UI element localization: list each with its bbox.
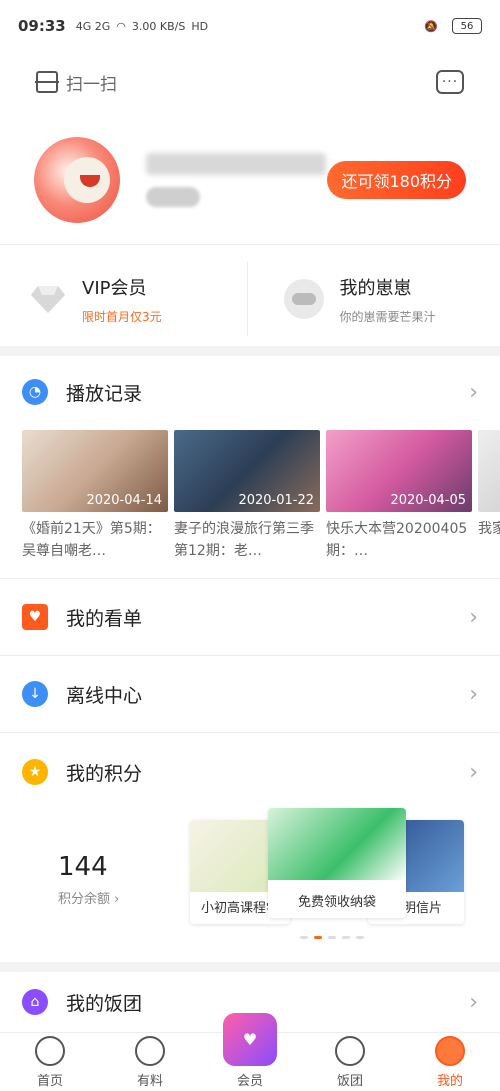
status-time: 09:33 bbox=[18, 17, 66, 35]
hd-indicator: HD bbox=[191, 19, 209, 33]
chevron-right-icon: › bbox=[469, 604, 478, 630]
history-item[interactable]: 2020-04-05 快乐大本营20200405期：… bbox=[326, 430, 472, 570]
download-icon: ↓ bbox=[22, 681, 48, 707]
history-item[interactable]: 2020-01-22 妻子的浪漫旅行第三季第12期：老… bbox=[174, 430, 320, 570]
chevron-right-icon: › bbox=[469, 379, 478, 405]
tab-label: 会员 bbox=[236, 1074, 263, 1089]
network-indicator: 4G 2G bbox=[75, 19, 111, 33]
section-gap bbox=[0, 346, 500, 356]
claim-points-button[interactable]: 还可领180积分 bbox=[327, 161, 466, 199]
points-area: 144 积分余额 › 小初高课程学 凯明信片 免费领收纳袋 bbox=[0, 808, 500, 958]
tab-discover[interactable]: 有料 bbox=[100, 1033, 200, 1091]
history-title: 我家第8 bbox=[478, 521, 500, 537]
bottom-tab-bar: 首页 有料 ♥ 会员 饭团 我的 bbox=[0, 1013, 500, 1091]
user-level-badge bbox=[146, 187, 200, 207]
history-title: 妻子的浪漫旅行第三季第12期：老… bbox=[174, 521, 314, 559]
vip-subtitle: 限时首月仅3元 bbox=[82, 309, 162, 324]
point-card-active[interactable]: 免费领收纳袋 bbox=[268, 808, 406, 918]
vip-title: VIP会员 bbox=[82, 277, 147, 299]
watchlist-row[interactable]: ♥ 我的看单 › bbox=[0, 589, 500, 645]
wifi-icon: ◠ bbox=[116, 19, 126, 33]
tab-label: 我的 bbox=[436, 1074, 463, 1089]
points-row[interactable]: ★ 我的积分 › bbox=[0, 744, 500, 800]
network-speed: 3.00 KB/S bbox=[131, 19, 186, 33]
battery-icon: 56 bbox=[452, 18, 482, 34]
fan-group-tab-icon bbox=[335, 1036, 365, 1066]
tab-vip[interactable]: ♥ 会员 bbox=[200, 1013, 300, 1091]
vip-member-entry[interactable]: VIP会员 限时首月仅3元 bbox=[0, 262, 247, 336]
discover-icon bbox=[135, 1036, 165, 1066]
history-label: 播放记录 bbox=[66, 382, 143, 405]
history-item[interactable]: 2020-04-14 《婚前21天》第5期：吴尊自嘲老… bbox=[22, 430, 168, 570]
cui-title: 我的崽崽 bbox=[339, 277, 412, 299]
cui-subtitle: 你的崽需要芒果汁 bbox=[339, 309, 436, 324]
points-balance-link[interactable]: 积分余额 › bbox=[58, 888, 119, 907]
history-date: 2020-01-22 bbox=[238, 493, 314, 508]
history-thumbnail: 2020-01-22 bbox=[174, 430, 320, 512]
avatar[interactable] bbox=[34, 137, 120, 223]
heart-icon: ♥ bbox=[22, 604, 48, 630]
offline-row[interactable]: ↓ 离线中心 › bbox=[0, 666, 500, 722]
carousel-dots bbox=[300, 936, 364, 939]
watchlist-label: 我的看单 bbox=[66, 607, 143, 630]
diamond-icon bbox=[30, 284, 66, 314]
tab-home[interactable]: 首页 bbox=[0, 1033, 100, 1091]
history-title: 快乐大本营20200405期：… bbox=[326, 521, 468, 559]
divider bbox=[0, 244, 500, 245]
tab-fan-group[interactable]: 饭团 bbox=[300, 1033, 400, 1091]
history-date: 2020-04-14 bbox=[86, 493, 162, 508]
my-cui-entry[interactable]: 我的崽崽 你的崽需要芒果汁 bbox=[246, 262, 500, 336]
username-blurred[interactable] bbox=[146, 153, 326, 175]
battery-level: 56 bbox=[460, 20, 474, 32]
status-bar: 09:33 4G 2G ◠ 3.00 KB/S HD 🔕 56 bbox=[0, 0, 500, 52]
carousel-dot bbox=[356, 936, 364, 939]
tab-mine[interactable]: 我的 bbox=[400, 1033, 500, 1091]
section-gap bbox=[0, 962, 500, 972]
chevron-right-icon: › bbox=[469, 989, 478, 1015]
tab-label: 有料 bbox=[136, 1074, 163, 1089]
history-item[interactable]: 我家第8 bbox=[478, 430, 500, 570]
vip-tab-icon: ♥ bbox=[223, 1013, 277, 1066]
history-list: 2020-04-14 《婚前21天》第5期：吴尊自嘲老… 2020-01-22 … bbox=[22, 430, 500, 570]
carousel-dot bbox=[328, 936, 336, 939]
profile-info bbox=[146, 153, 326, 207]
history-date: 2020-04-05 bbox=[390, 493, 466, 508]
home-icon bbox=[35, 1036, 65, 1066]
point-card-image bbox=[268, 808, 406, 880]
cui-avatar-icon bbox=[283, 279, 324, 319]
points-label: 我的积分 bbox=[66, 762, 143, 785]
carousel-dot bbox=[300, 936, 308, 939]
tab-label: 首页 bbox=[36, 1074, 63, 1089]
scan-button[interactable]: 扫一扫 bbox=[35, 70, 117, 95]
divider bbox=[0, 578, 500, 579]
scan-icon bbox=[35, 71, 59, 93]
mine-icon bbox=[435, 1036, 465, 1066]
points-balance: 144 bbox=[58, 852, 108, 882]
history-thumbnail: 2020-04-05 bbox=[326, 430, 472, 512]
carousel-dot bbox=[342, 936, 350, 939]
message-icon[interactable]: ··· bbox=[436, 70, 464, 94]
point-card-caption: 免费领收纳袋 bbox=[297, 895, 376, 910]
top-bar: 扫一扫 ··· bbox=[0, 60, 500, 104]
mute-icon: 🔕 bbox=[424, 19, 438, 33]
tab-label: 饭团 bbox=[336, 1074, 363, 1089]
vip-row: VIP会员 限时首月仅3元 我的崽崽 你的崽需要芒果汁 bbox=[0, 262, 500, 336]
divider bbox=[0, 732, 500, 733]
history-title: 《婚前21天》第5期：吴尊自嘲老… bbox=[22, 521, 161, 559]
clock-icon: ◔ bbox=[22, 379, 48, 405]
fan-group-label: 我的饭团 bbox=[66, 992, 143, 1015]
history-thumbnail bbox=[478, 430, 500, 512]
carousel-dot-active bbox=[314, 936, 322, 939]
scan-label: 扫一扫 bbox=[66, 74, 117, 95]
profile-header: 还可领180积分 bbox=[0, 120, 500, 240]
divider bbox=[0, 655, 500, 656]
history-thumbnail: 2020-04-14 bbox=[22, 430, 168, 512]
fan-group-icon: ⌂ bbox=[22, 989, 48, 1015]
chevron-right-icon: › bbox=[469, 681, 478, 707]
points-balance-label: 积分余额 bbox=[58, 892, 111, 907]
offline-label: 离线中心 bbox=[66, 684, 143, 707]
star-icon: ★ bbox=[22, 759, 48, 785]
history-row[interactable]: ◔ 播放记录 › bbox=[0, 364, 500, 420]
chevron-right-icon: › bbox=[469, 759, 478, 785]
